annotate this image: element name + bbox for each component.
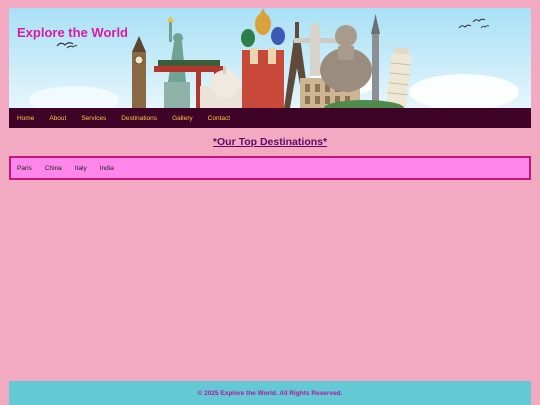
destination-item-paris: Paris	[17, 164, 32, 172]
landmarks-collage-image	[132, 8, 412, 108]
nav-link-services[interactable]: Services	[81, 115, 106, 122]
top-destinations-heading: *Our Top Destinations*	[212, 136, 328, 148]
nav-link-contact[interactable]: Contact	[208, 115, 230, 122]
nav-link-gallery[interactable]: Gallery	[172, 115, 193, 122]
page-footer: © 2025 Explore the World. All Rights Res…	[9, 381, 531, 405]
destination-item-china: China	[44, 164, 62, 172]
header-banner: Explore the World	[9, 8, 531, 108]
bird-icon	[56, 42, 78, 49]
destination-item-india: India	[99, 164, 114, 172]
nav-link-destinations[interactable]: Destinations	[121, 115, 157, 122]
cloud-shape	[29, 86, 119, 108]
main-navbar: Home About Services Destinations Gallery…	[9, 108, 531, 128]
birds-icon	[458, 18, 490, 29]
destinations-list: Paris China Italy India	[9, 156, 531, 180]
destination-item-italy: Italy	[74, 164, 87, 172]
copyright-text: © 2025 Explore the World. All Rights Res…	[197, 389, 343, 397]
cloud-shape	[409, 74, 519, 108]
nav-link-home[interactable]: Home	[17, 115, 34, 122]
nav-link-about[interactable]: About	[49, 115, 66, 122]
